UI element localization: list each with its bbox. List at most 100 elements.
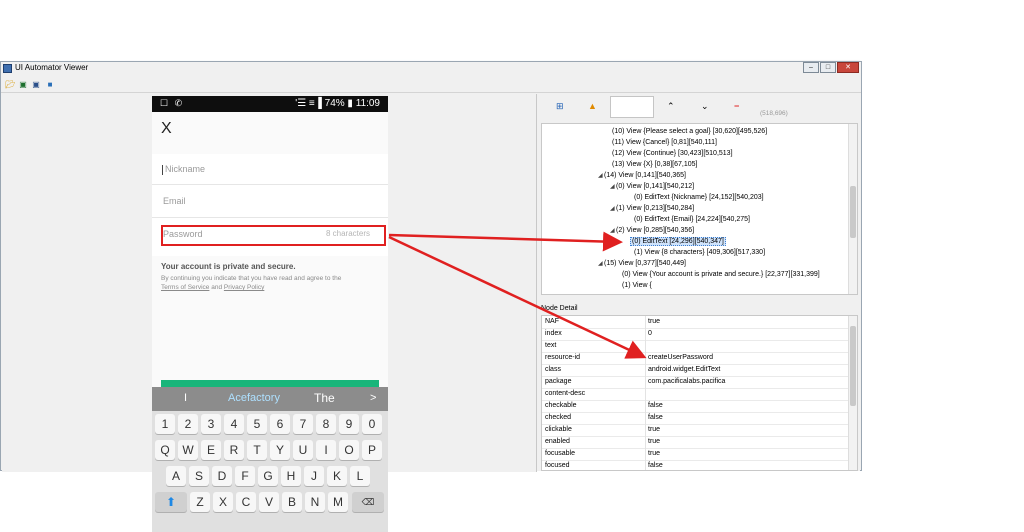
tree-node[interactable]: (10) View {Please select a goal} [30,620…: [606, 126, 767, 137]
key-c[interactable]: C: [236, 492, 256, 512]
key-b[interactable]: B: [282, 492, 302, 512]
key-3[interactable]: 3: [201, 414, 221, 434]
key-0[interactable]: 0: [362, 414, 382, 434]
suggestion-bar: I Acefactory The >: [152, 387, 388, 411]
tree-node[interactable]: ◢(15) View [0,377][540,449]: [598, 258, 686, 269]
tree-node[interactable]: (0) View {Your account is private and se…: [616, 269, 820, 280]
save-icon[interactable]: ■: [45, 80, 55, 89]
tree-node[interactable]: (1) View {: [616, 280, 652, 291]
backspace-key[interactable]: ⌫: [352, 492, 384, 512]
node-detail-table: NAF true index 0 text resource-id createUse…: [541, 315, 858, 471]
tree-node[interactable]: (0) EditText {Nickname} [24,152][540,203…: [628, 192, 764, 203]
key-u[interactable]: U: [293, 440, 313, 460]
privacy-text: By continuing you indicate that you have…: [161, 274, 381, 292]
key-j[interactable]: J: [304, 466, 324, 486]
nickname-placeholder: Nickname: [165, 164, 206, 174]
key-8[interactable]: 8: [316, 414, 336, 434]
inspector-toolbar: ⊞ ▲ ⌃ ⌄ − (518,696): [537, 93, 860, 121]
key-row-numbers: 1 2 3 4 5 6 7 8 9 0: [152, 414, 388, 438]
chevron-down-icon[interactable]: ⌄: [701, 101, 709, 112]
tree-scrollbar[interactable]: [848, 124, 857, 294]
key-7[interactable]: 7: [293, 414, 313, 434]
maximize-button[interactable]: □: [820, 62, 836, 73]
tree-node[interactable]: ◢(14) View [0,141][540,365]: [598, 170, 686, 181]
key-a[interactable]: A: [166, 466, 186, 486]
suggestion-2[interactable]: Acefactory: [228, 392, 280, 404]
divider: [152, 184, 388, 185]
tree-node[interactable]: ◢(1) View [0,213][540,284]: [610, 203, 694, 214]
privacy-line: By continuing you indicate that you have…: [161, 275, 342, 282]
status-bar: ☐ ✆ '☰ ≡▐ 74% ▮ 11:09: [152, 96, 388, 112]
terms-link[interactable]: Terms of Service: [161, 284, 209, 291]
key-i[interactable]: I: [316, 440, 336, 460]
key-row-zxcv: ⬆ Z X C V B N M ⌫: [152, 492, 388, 516]
key-v[interactable]: V: [259, 492, 279, 512]
minimize-button[interactable]: –: [803, 62, 819, 73]
key-e[interactable]: E: [201, 440, 221, 460]
tree-node[interactable]: (1) View {8 characters} [409,306][517,33…: [628, 247, 765, 258]
suggestion-3[interactable]: The: [314, 391, 335, 405]
highlight-rectangle: [161, 225, 386, 246]
key-x[interactable]: X: [213, 492, 233, 512]
tree-scroll-thumb[interactable]: [850, 186, 856, 238]
key-r[interactable]: R: [224, 440, 244, 460]
shift-key[interactable]: ⬆: [155, 492, 187, 512]
tree-node[interactable]: (0) EditText {Email} [24,224][540,275]: [628, 214, 750, 225]
key-t[interactable]: T: [247, 440, 267, 460]
key-9[interactable]: 9: [339, 414, 359, 434]
key-2[interactable]: 2: [178, 414, 198, 434]
warning-icon[interactable]: ▲: [588, 101, 597, 111]
coordinate-readout: (518,696): [760, 110, 788, 117]
search-box[interactable]: [610, 96, 654, 118]
key-y[interactable]: Y: [270, 440, 290, 460]
key-h[interactable]: H: [281, 466, 301, 486]
close-form-button[interactable]: X: [161, 120, 172, 138]
chevron-up-icon[interactable]: ⌃: [667, 101, 675, 112]
compressed-screenshot-icon[interactable]: ▣: [31, 80, 41, 89]
key-q[interactable]: Q: [155, 440, 175, 460]
window-title: UI Automator Viewer: [15, 63, 89, 72]
nickname-field[interactable]: Nickname: [162, 158, 378, 180]
key-4[interactable]: 4: [224, 414, 244, 434]
key-6[interactable]: 6: [270, 414, 290, 434]
key-5[interactable]: 5: [247, 414, 267, 434]
key-p[interactable]: P: [362, 440, 382, 460]
key-m[interactable]: M: [328, 492, 348, 512]
privacy-policy-link[interactable]: Privacy Policy: [224, 284, 264, 291]
key-z[interactable]: Z: [190, 492, 210, 512]
tree-node-selected[interactable]: (0) EditText [24,296][540,347]: [624, 236, 726, 247]
detail-scrollbar[interactable]: [848, 316, 857, 470]
key-1[interactable]: 1: [155, 414, 175, 434]
tree-node[interactable]: ◢(0) View [0,141][540,212]: [610, 181, 694, 192]
node-detail-title: Node Detail: [541, 305, 578, 312]
suggestion-more[interactable]: >: [370, 392, 376, 404]
title-bar: UI Automator Viewer – □ ✕: [1, 62, 861, 76]
tree-node[interactable]: ◢(2) View [0,285][540,356]: [610, 225, 694, 236]
ui-hierarchy-tree: (10) View {Please select a goal} [30,620…: [541, 123, 858, 295]
key-w[interactable]: W: [178, 440, 198, 460]
privacy-title: Your account is private and secure.: [161, 262, 296, 271]
key-g[interactable]: G: [258, 466, 278, 486]
inspector-panel: ⊞ ▲ ⌃ ⌄ − (518,696) (10) View {Please se…: [537, 93, 860, 471]
expand-all-icon[interactable]: ⊞: [556, 101, 564, 112]
device-screenshot-icon[interactable]: ▣: [18, 80, 28, 89]
tree-node[interactable]: (11) View {Cancel} [0,81][540,111]: [606, 137, 717, 148]
key-row-asdf: A S D F G H J K L: [152, 466, 388, 490]
detail-scroll-thumb[interactable]: [850, 326, 856, 406]
key-f[interactable]: F: [235, 466, 255, 486]
close-button[interactable]: ✕: [837, 62, 859, 73]
text-cursor: [162, 164, 163, 175]
key-o[interactable]: O: [339, 440, 359, 460]
key-k[interactable]: K: [327, 466, 347, 486]
open-icon[interactable]: 📂︎: [5, 80, 15, 89]
detail-row[interactable]: focused false: [542, 460, 850, 470]
clear-icon[interactable]: −: [734, 101, 739, 111]
key-d[interactable]: D: [212, 466, 232, 486]
key-l[interactable]: L: [350, 466, 370, 486]
email-field[interactable]: Email: [162, 190, 378, 212]
key-n[interactable]: N: [305, 492, 325, 512]
tree-node[interactable]: (13) View {X} [0,38][67,105]: [606, 159, 698, 170]
suggestion-1[interactable]: I: [184, 392, 187, 404]
tree-node[interactable]: (12) View {Continue} [30,423][510,513]: [606, 148, 733, 159]
key-s[interactable]: S: [189, 466, 209, 486]
